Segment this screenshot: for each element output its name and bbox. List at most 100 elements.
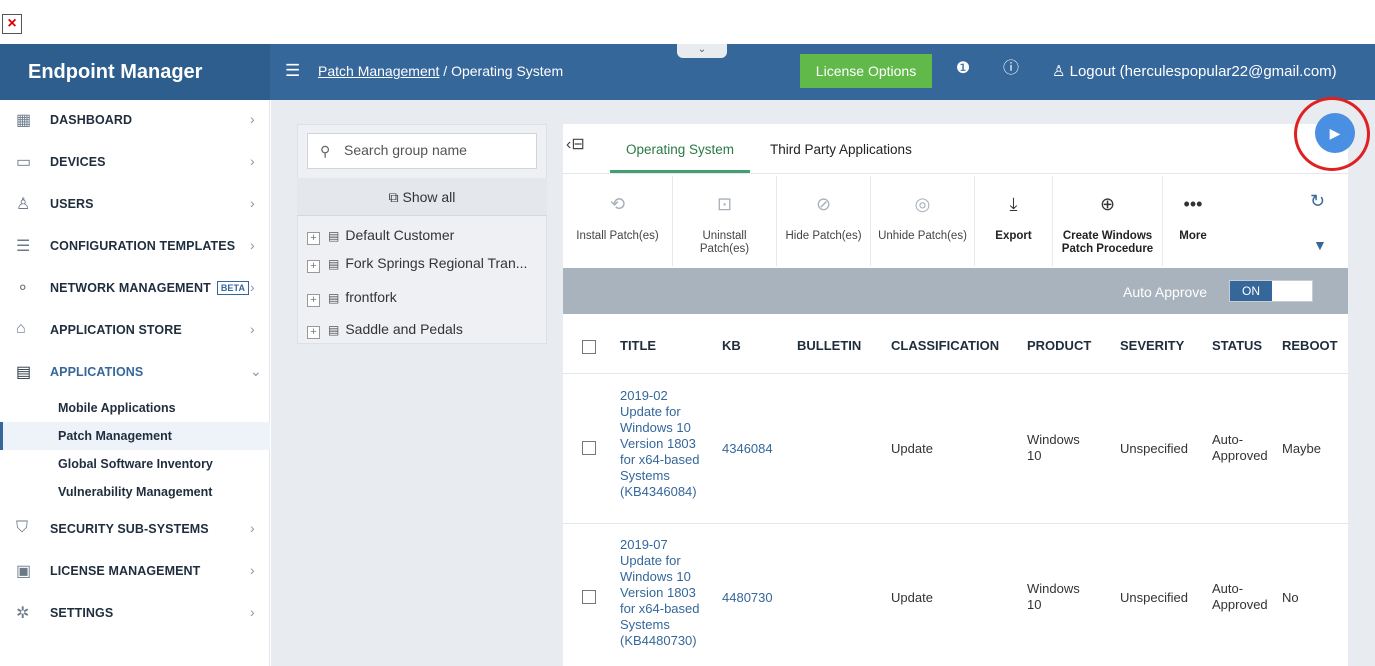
reboot-cell: No (1282, 590, 1299, 605)
tab-third-party-applications[interactable]: Third Party Applications (770, 142, 912, 157)
divider (563, 373, 1348, 374)
filter-icon[interactable]: ▼ (1313, 237, 1327, 253)
group-item[interactable]: + ▤ Default Customer (307, 227, 454, 255)
sidebar-item-label: NETWORK MANAGEMENT BETA (50, 281, 250, 295)
expand-plus-icon[interactable]: + (307, 326, 320, 339)
row-checkbox[interactable] (582, 590, 596, 604)
sidebar-item-label: LICENSE MANAGEMENT (50, 564, 201, 578)
group-item-label: Saddle and Pedals (345, 321, 463, 337)
status-cell: Auto- Approved (1212, 432, 1268, 463)
more-button[interactable]: ••• More (1163, 176, 1223, 266)
patch-title-link[interactable]: 2019-02 Update for Windows 10 Version 1803 f… (620, 388, 715, 500)
toolbar-label: Uninstall Patch(es) (699, 230, 750, 255)
unhide-patch-icon: ◎ (914, 194, 931, 214)
column-header-severity[interactable]: SEVERITY (1120, 338, 1184, 353)
breadcrumb: Patch Management / Operating System (318, 63, 563, 79)
show-all-icon: ⧉ (388, 189, 403, 205)
sidebar-item-label: USERS (50, 197, 94, 211)
sidebar-item-users[interactable]: ♙ USERS › (0, 184, 270, 224)
logout-link[interactable]: ♙ Logout (herculespopular22@gmail.com) (1052, 62, 1337, 80)
shield-icon: ⛉ (16, 519, 29, 536)
group-item[interactable]: + ▤ frontfork (307, 289, 397, 317)
chevron-right-icon: › (250, 520, 255, 536)
add-notification-icon[interactable]: ❶ (952, 58, 974, 80)
reboot-cell: Maybe (1282, 441, 1322, 456)
show-all-button[interactable]: ⧉ Show all (297, 178, 547, 216)
install-patches-button[interactable]: ⟲ Install Patch(es) (563, 176, 673, 266)
export-download-icon: ⤓ (1009, 194, 1018, 214)
refresh-icon[interactable]: ↻ (1310, 191, 1325, 212)
unhide-patches-button[interactable]: ◎ Unhide Patch(es) (871, 176, 975, 266)
collapse-tree-icon[interactable]: ‹⊟ (566, 134, 585, 154)
auto-approve-label: Auto Approve (1123, 284, 1208, 300)
expand-plus-icon[interactable]: + (307, 232, 320, 245)
expand-plus-icon[interactable]: + (307, 260, 320, 273)
export-button[interactable]: ⤓ Export (975, 176, 1053, 266)
sidebar-item-applications[interactable]: ▤ APPLICATIONS ⌄ (0, 352, 270, 392)
select-all-checkbox[interactable] (582, 340, 596, 354)
status-cell: Auto- Approved (1212, 581, 1268, 612)
group-item-label: Fork Springs Regional Tran... (345, 255, 528, 271)
chevron-right-icon: › (250, 111, 255, 127)
sidebar-item-devices[interactable]: ▭ DEVICES › (0, 142, 270, 182)
sidebar-item-label: CONFIGURATION TEMPLATES (50, 239, 236, 253)
group-item-label: Default Customer (345, 227, 455, 243)
tab-operating-system[interactable]: Operating System (626, 142, 734, 157)
group-search-box[interactable]: ⚲ (307, 133, 537, 169)
hide-patch-icon: ⊘ (815, 194, 832, 214)
column-header-reboot[interactable]: REBOOT (1282, 338, 1338, 353)
uninstall-patches-button[interactable]: ⊡ Uninstall Patch(es) (673, 176, 777, 266)
hamburger-icon[interactable]: ☰ (285, 61, 300, 81)
toolbar-label: Create Windows Patch Procedure (1061, 230, 1154, 255)
chevron-right-icon: › (250, 195, 255, 211)
kb-link[interactable]: 4480730 (722, 590, 773, 606)
column-header-product[interactable]: PRODUCT (1027, 338, 1091, 353)
classification-cell: Update (891, 441, 933, 456)
sidebar-item-security-sub-systems[interactable]: ⛉ SECURITY SUB-SYSTEMS › (0, 509, 270, 549)
sidebar-subitem-mobile-applications[interactable]: Mobile Applications (0, 394, 270, 422)
column-header-bulletin[interactable]: BULLETIN (797, 338, 861, 353)
sidebar-item-label: APPLICATIONS (50, 365, 144, 379)
collapse-header-chevron-icon[interactable]: ⌄ (677, 44, 727, 58)
column-header-classification[interactable]: CLASSIFICATION (891, 338, 999, 353)
user-icon: ♙ (1052, 63, 1070, 80)
create-windows-patch-procedure-button[interactable]: ⊕ Create Windows Patch Procedure (1053, 176, 1163, 266)
close-icon[interactable]: × (2, 14, 22, 34)
sidebar-item-license-management[interactable]: ▣ LICENSE MANAGEMENT › (0, 551, 270, 591)
group-search-input[interactable] (344, 142, 524, 158)
user-icon: ♙ (16, 196, 31, 213)
sidebar-item-dashboard[interactable]: ▦ DASHBOARD › (0, 100, 270, 140)
expand-plus-icon[interactable]: + (307, 294, 320, 307)
row-checkbox[interactable] (582, 441, 596, 455)
kb-link[interactable]: 4346084 (722, 441, 773, 457)
group-item[interactable]: + ▤ Saddle and Pedals (307, 321, 463, 349)
sidebar-subitem-patch-management[interactable]: Patch Management (0, 422, 270, 450)
chevron-right-icon: › (250, 562, 255, 578)
chevron-right-icon: › (250, 279, 255, 295)
column-header-title[interactable]: TITLE (620, 338, 656, 353)
column-header-kb[interactable]: KB (722, 338, 741, 353)
group-icon: ▤ (328, 257, 340, 271)
sidebar-item-label: SECURITY SUB-SYSTEMS (50, 522, 209, 536)
sidebar-item-label: DASHBOARD (50, 113, 133, 127)
chevron-right-icon: › (250, 321, 255, 337)
column-header-status[interactable]: STATUS (1212, 338, 1262, 353)
sidebar-item-settings[interactable]: ✲ SETTINGS › (0, 593, 270, 633)
sidebar-subitem-global-software-inventory[interactable]: Global Software Inventory (0, 450, 270, 478)
group-icon: ▤ (328, 291, 340, 305)
sidebar-item-network-management[interactable]: ⚬ NETWORK MANAGEMENT BETA › (0, 268, 270, 308)
sidebar-item-application-store[interactable]: ⌂ APPLICATION STORE › (0, 310, 270, 350)
hide-patches-button[interactable]: ⊘ Hide Patch(es) (777, 176, 871, 266)
sidebar-subitem-vulnerability-management[interactable]: Vulnerability Management (0, 478, 270, 506)
breadcrumb-link-patch-management[interactable]: Patch Management (318, 63, 439, 79)
patch-title-link[interactable]: 2019-07 Update for Windows 10 Version 1803 f… (620, 537, 715, 649)
search-icon: ⚲ (320, 143, 331, 159)
sidebar-item-configuration-templates[interactable]: ☰ CONFIGURATION TEMPLATES › (0, 226, 270, 266)
help-icon[interactable]: ⓘ (1000, 58, 1022, 80)
applications-icon: ▤ (16, 364, 32, 381)
auto-approve-toggle[interactable]: ON (1229, 280, 1313, 302)
license-options-button[interactable]: License Options (800, 54, 932, 88)
toolbar-label: Install Patch(es) (576, 230, 659, 242)
divider (563, 523, 1348, 524)
group-item[interactable]: + ▤ Fork Springs Regional Tran... (307, 255, 527, 283)
